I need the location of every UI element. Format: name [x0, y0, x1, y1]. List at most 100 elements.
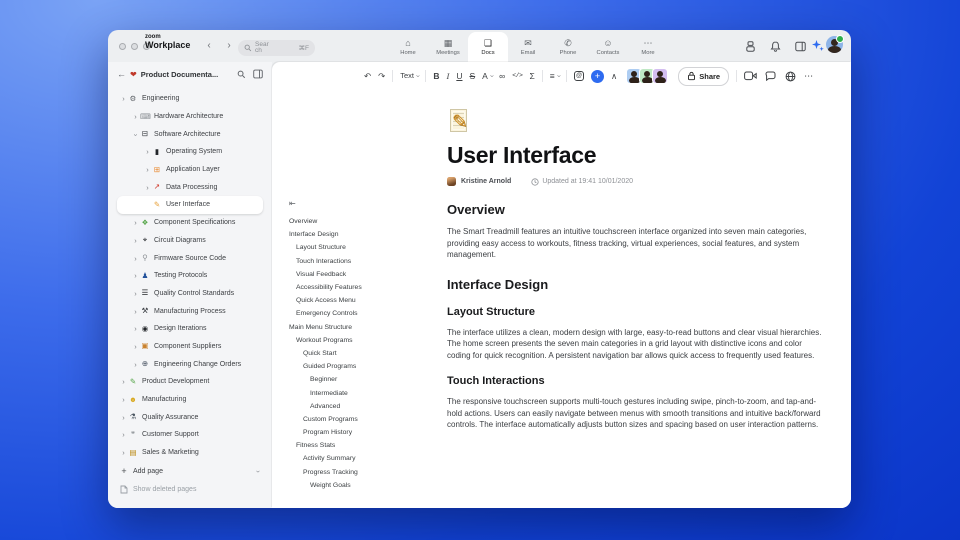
link-button[interactable]: ∞	[499, 71, 505, 81]
chevron-icon[interactable]: ›	[131, 254, 140, 263]
sidebar-item-manufacturing[interactable]: › ☻ Manufacturing	[117, 391, 263, 409]
outline-item-intermediate[interactable]: Intermediate	[285, 386, 440, 399]
outline-item-touch-interactions[interactable]: Touch Interactions	[285, 255, 440, 268]
sidebar-item-software-architecture[interactable]: › ⊟ Software Architecture	[117, 125, 263, 143]
workspace-title[interactable]: Product Documenta...	[141, 70, 219, 79]
undo-button[interactable]: ↶	[364, 71, 371, 81]
collapse-toolbar-button[interactable]: ∧	[611, 71, 617, 81]
chat-bubble-icon[interactable]	[764, 70, 777, 82]
outline-item-visual-feedback[interactable]: Visual Feedback	[285, 268, 440, 281]
sidebar-search-icon[interactable]	[237, 70, 246, 79]
outline-item-quick-access-menu[interactable]: Quick Access Menu	[285, 294, 440, 307]
chevron-icon[interactable]: ›	[119, 94, 128, 103]
sidebar-item-product-development[interactable]: › ✎ Product Development	[117, 373, 263, 391]
chevron-icon[interactable]: ›	[131, 342, 140, 351]
notifications-bell-icon[interactable]	[769, 40, 781, 52]
chevron-icon[interactable]: ›	[131, 324, 140, 333]
show-deleted-pages-button[interactable]: Show deleted pages	[117, 480, 263, 498]
chevron-icon[interactable]: ›	[131, 218, 140, 227]
outline-item-program-history[interactable]: Program History	[285, 426, 440, 439]
chevron-icon[interactable]: ›	[143, 183, 152, 192]
collapse-outline-icon[interactable]: ⇤	[285, 198, 440, 210]
side-panel-icon[interactable]	[794, 40, 806, 52]
back-button[interactable]: ‹	[203, 39, 215, 53]
close-button[interactable]	[119, 43, 126, 50]
collapse-sidebar-icon[interactable]	[253, 69, 263, 79]
sidebar-item-engineering[interactable]: › ⚙ Engineering	[117, 90, 263, 108]
outline-item-beginner[interactable]: Beginner	[285, 373, 440, 386]
chevron-icon[interactable]: ›	[143, 147, 152, 156]
equation-button[interactable]: Σ	[529, 71, 534, 81]
chevron-icon[interactable]: ›	[131, 271, 140, 280]
outline-item-interface-design[interactable]: Interface Design	[285, 228, 440, 241]
chevron-icon[interactable]: ›	[119, 377, 128, 386]
chevron-icon[interactable]: ›	[131, 307, 140, 316]
redo-button[interactable]: ↷	[378, 71, 385, 81]
outline-item-emergency-controls[interactable]: Emergency Controls	[285, 307, 440, 320]
search-input[interactable]: Search ⌘F	[238, 40, 315, 56]
sidebar-item-firmware-source-code[interactable]: › ⚲ Firmware Source Code	[117, 249, 263, 267]
chevron-icon[interactable]: ›	[131, 360, 140, 369]
ai-companion-sparkle-icon[interactable]	[811, 39, 824, 52]
bold-button[interactable]: B	[433, 71, 439, 81]
comment-button[interactable]: @	[574, 71, 585, 81]
outline-item-fitness-stats[interactable]: Fitness Stats	[285, 439, 440, 452]
outline-item-layout-structure[interactable]: Layout Structure	[285, 241, 440, 254]
text-color-button[interactable]: A ›	[482, 71, 495, 81]
sidebar-item-operating-system[interactable]: › ▮ Operating System	[117, 143, 263, 161]
tab-more[interactable]: ⋯ More	[628, 32, 668, 62]
outline-item-activity-summary[interactable]: Activity Summary	[285, 452, 440, 465]
code-button[interactable]: </>	[512, 71, 523, 81]
tab-home[interactable]: ⌂ Home	[388, 32, 428, 62]
text-style-dropdown[interactable]: Text ›	[400, 71, 421, 81]
outline-item-workout-programs[interactable]: Workout Programs	[285, 334, 440, 347]
share-button[interactable]: Share	[678, 66, 730, 86]
chevron-icon[interactable]: ›	[131, 289, 140, 298]
sidebar-item-quality-assurance[interactable]: › ⚗ Quality Assurance	[117, 408, 263, 426]
insert-button[interactable]: +	[591, 69, 605, 83]
outline-item-weight-goals[interactable]: Weight Goals	[285, 479, 440, 492]
outline-item-accessibility-features[interactable]: Accessibility Features	[285, 281, 440, 294]
sidebar-item-customer-support[interactable]: › ❞ Customer Support	[117, 426, 263, 444]
underline-button[interactable]: U	[456, 71, 462, 81]
device-icon[interactable]	[744, 40, 756, 52]
sidebar-item-quality-control-standards[interactable]: › ☰ Quality Control Standards	[117, 285, 263, 303]
chevron-icon[interactable]: ›	[131, 112, 140, 121]
more-options-button[interactable]: ⋯	[804, 71, 814, 82]
outline-item-quick-start[interactable]: Quick Start	[285, 347, 440, 360]
chevron-icon[interactable]: ›	[119, 395, 128, 404]
outline-item-progress-tracking[interactable]: Progress Tracking	[285, 466, 440, 479]
chevron-icon[interactable]: ›	[131, 236, 140, 245]
align-dropdown[interactable]: ≡ ›	[550, 71, 562, 81]
chevron-icon[interactable]: ›	[119, 448, 128, 457]
collaborator-avatar-3[interactable]	[652, 68, 669, 84]
italic-button[interactable]: I	[447, 71, 450, 81]
tab-contacts[interactable]: ☺ Contacts	[588, 32, 628, 62]
sidebar-item-component-specifications[interactable]: › ❖ Component Specifications	[117, 214, 263, 232]
sidebar-item-manufacturing-process[interactable]: › ⚒ Manufacturing Process	[117, 302, 263, 320]
sidebar-item-testing-protocols[interactable]: › ♟ Testing Protocols	[117, 267, 263, 285]
workspace-back-button[interactable]: ←	[117, 69, 126, 79]
add-page-button[interactable]: + Add page ›	[117, 462, 263, 480]
sidebar-item-engineering-change-orders[interactable]: › ⊕ Engineering Change Orders	[117, 355, 263, 373]
chevron-icon[interactable]: ›	[131, 130, 140, 139]
sidebar-item-data-processing[interactable]: › ↗ Data Processing	[117, 178, 263, 196]
video-camera-icon[interactable]	[744, 70, 757, 82]
chevron-icon[interactable]: ›	[119, 430, 128, 439]
sidebar-item-application-layer[interactable]: › ⊞ Application Layer	[117, 161, 263, 179]
sidebar-item-circuit-diagrams[interactable]: › ⌖ Circuit Diagrams	[117, 232, 263, 250]
chevron-down-icon[interactable]: ›	[253, 470, 262, 473]
tab-docs[interactable]: ❏ Docs	[468, 32, 508, 62]
sidebar-item-user-interface[interactable]: ›✎User Interface	[117, 196, 263, 214]
strikethrough-button[interactable]: S	[469, 71, 475, 81]
globe-icon[interactable]	[784, 70, 797, 82]
outline-item-main-menu-structure[interactable]: Main Menu Structure	[285, 321, 440, 334]
tab-email[interactable]: ✉ Email	[508, 32, 548, 62]
sidebar-item-sales-marketing[interactable]: › ▤ Sales & Marketing	[117, 444, 263, 462]
sidebar-item-hardware-architecture[interactable]: › ⌨ Hardware Architecture	[117, 108, 263, 126]
chevron-icon[interactable]: ›	[143, 165, 152, 174]
chevron-icon[interactable]: ›	[119, 413, 128, 422]
sidebar-item-design-iterations[interactable]: › ◉ Design Iterations	[117, 320, 263, 338]
forward-button[interactable]: ›	[223, 39, 235, 53]
outline-item-advanced[interactable]: Advanced	[285, 400, 440, 413]
